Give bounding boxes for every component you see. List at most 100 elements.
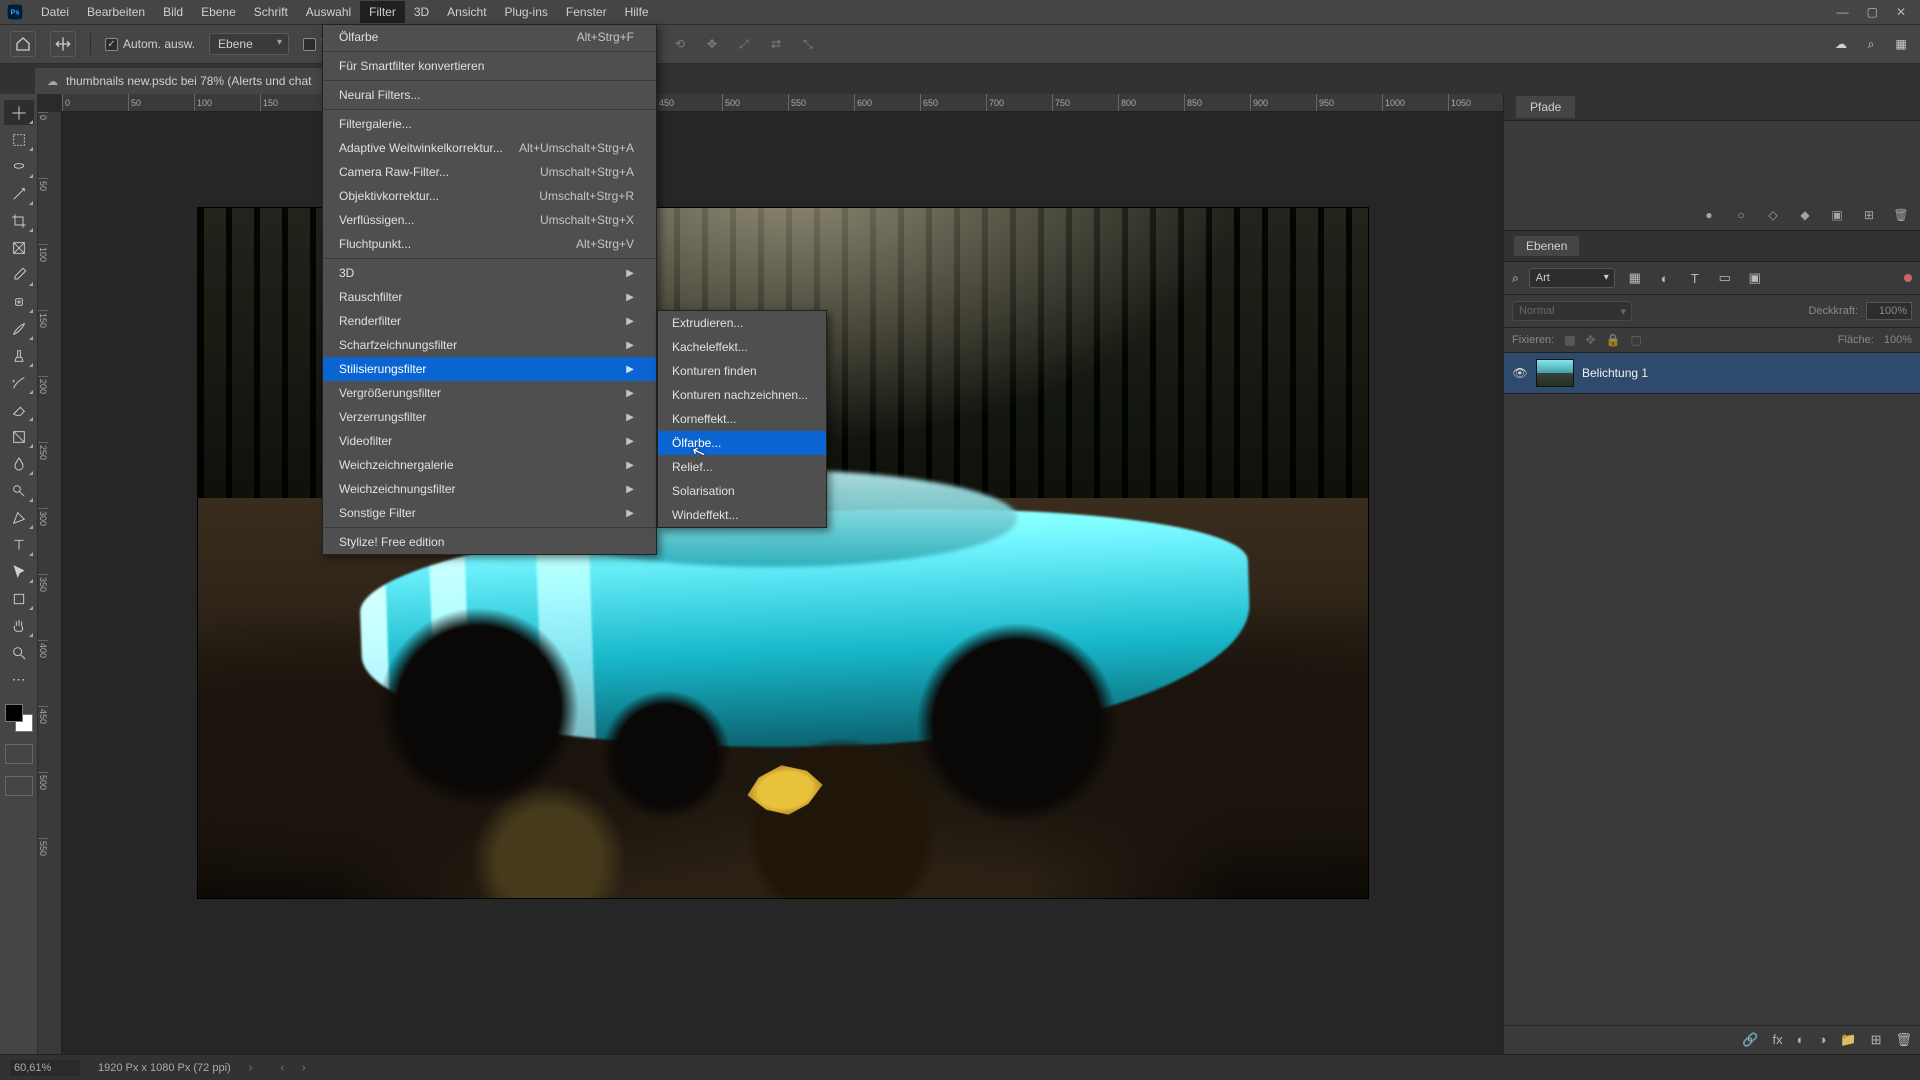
color-swatches[interactable] [5, 704, 33, 732]
menu-plugins[interactable]: Plug-ins [496, 1, 557, 23]
eraser-tool[interactable] [4, 397, 34, 422]
quickmask-icon[interactable] [5, 744, 33, 764]
path-stroke-icon[interactable]: ○ [1732, 206, 1750, 224]
lock-artboard-icon[interactable]: ▢ [1631, 333, 1642, 347]
auto-select-checkbox[interactable]: Autom. ausw. [105, 37, 195, 51]
group-icon[interactable]: 📁 [1840, 1032, 1856, 1048]
layer-visibility-icon[interactable]: 👁 [1512, 366, 1528, 380]
3d-scale-icon[interactable]: ⤡ [799, 35, 817, 53]
new-layer-icon[interactable]: ⊞ [1871, 1032, 1882, 1048]
menu-hilfe[interactable]: Hilfe [616, 1, 658, 23]
crop-tool[interactable] [4, 208, 34, 233]
menu-item[interactable]: Rauschfilter▶ [323, 285, 656, 309]
search-icon[interactable]: ⌕ [1862, 35, 1880, 53]
filter-type-icon[interactable]: T [1685, 269, 1705, 287]
menu-ebene[interactable]: Ebene [192, 1, 245, 23]
menu-item[interactable]: Fluchtpunkt...Alt+Strg+V [323, 232, 656, 256]
menu-item[interactable]: Vergrößerungsfilter▶ [323, 381, 656, 405]
layer-name[interactable]: Belichtung 1 [1582, 366, 1648, 380]
lock-position-icon[interactable]: ✥ [1586, 333, 1596, 347]
filter-pixel-icon[interactable]: ▦ [1625, 269, 1645, 287]
pen-tool[interactable] [4, 505, 34, 530]
3d-orbit-icon[interactable]: ⟲ [671, 35, 689, 53]
menu-item[interactable]: 3D▶ [323, 261, 656, 285]
menu-fenster[interactable]: Fenster [557, 1, 616, 23]
layer-fx-icon[interactable]: fx [1773, 1032, 1783, 1048]
move-tool[interactable] [4, 100, 34, 125]
submenu-item[interactable]: Extrudieren... [658, 311, 826, 335]
auto-select-target[interactable]: Ebene [209, 33, 289, 55]
link-layers-icon[interactable]: 🔗 [1742, 1032, 1758, 1048]
menu-item[interactable]: Verflüssigen...Umschalt+Strg+X [323, 208, 656, 232]
submenu-item[interactable]: Windeffekt... [658, 503, 826, 527]
gradient-tool[interactable] [4, 424, 34, 449]
menu-auswahl[interactable]: Auswahl [297, 1, 360, 23]
menu-item[interactable]: Scharfzeichnungsfilter▶ [323, 333, 656, 357]
blend-mode-select[interactable]: Normal [1512, 301, 1632, 321]
menu-item[interactable]: Camera Raw-Filter...Umschalt+Strg+A [323, 160, 656, 184]
close-icon[interactable]: ✕ [1896, 5, 1906, 19]
cloud-docs-icon[interactable]: ☁ [1832, 35, 1850, 53]
menu-item[interactable]: Objektivkorrektur...Umschalt+Strg+R [323, 184, 656, 208]
menu-ansicht[interactable]: Ansicht [438, 1, 495, 23]
filter-smart-icon[interactable]: ▣ [1745, 269, 1765, 287]
lock-pixels-icon[interactable]: ▩ [1564, 333, 1575, 347]
filter-adjust-icon[interactable]: ◐ [1655, 269, 1675, 287]
heal-tool[interactable] [4, 289, 34, 314]
blur-tool[interactable] [4, 451, 34, 476]
menu-item[interactable]: Videofilter▶ [323, 429, 656, 453]
eyedropper-tool[interactable] [4, 262, 34, 287]
type-tool[interactable] [4, 532, 34, 557]
path-selection-icon[interactable]: ◇ [1764, 206, 1782, 224]
ruler-horizontal[interactable]: 0501001502002503003504004505005506006507… [62, 94, 1503, 112]
lasso-tool[interactable] [4, 154, 34, 179]
filter-shape-icon[interactable]: ▭ [1715, 269, 1735, 287]
menu-item[interactable]: ÖlfarbeAlt+Strg+F [323, 25, 656, 49]
timeline-next-icon[interactable]: › [302, 1062, 306, 1074]
menu-item[interactable]: Adaptive Weitwinkelkorrektur...Alt+Umsch… [323, 136, 656, 160]
maximize-icon[interactable]: ▢ [1867, 5, 1878, 19]
menu-item[interactable]: Sonstige Filter▶ [323, 501, 656, 525]
minimize-icon[interactable]: — [1837, 5, 1849, 19]
shape-tool[interactable] [4, 586, 34, 611]
layer-thumb[interactable] [1536, 359, 1574, 387]
menu-item[interactable]: Stilisierungsfilter▶ [323, 357, 656, 381]
layer-filter-kind[interactable]: Art [1529, 268, 1615, 288]
home-icon[interactable] [10, 31, 36, 57]
panel-tab-pfade[interactable]: Pfade [1504, 94, 1920, 121]
menu-schrift[interactable]: Schrift [245, 1, 297, 23]
move-tool-indicator-icon[interactable] [50, 31, 76, 57]
menu-bild[interactable]: Bild [154, 1, 192, 23]
dodge-tool[interactable] [4, 478, 34, 503]
3d-slide-icon[interactable]: ⇄ [767, 35, 785, 53]
new-path-icon[interactable]: ⊞ [1860, 206, 1878, 224]
fill-input[interactable]: 100% [1884, 334, 1912, 346]
path-select-tool[interactable] [4, 559, 34, 584]
submenu-item[interactable]: Solarisation [658, 479, 826, 503]
brush-tool[interactable] [4, 316, 34, 341]
marquee-tool[interactable] [4, 127, 34, 152]
submenu-item[interactable]: Kacheleffekt... [658, 335, 826, 359]
path-fill-icon[interactable]: ● [1700, 206, 1718, 224]
menu-datei[interactable]: Datei [32, 1, 78, 23]
filter-toggle-icon[interactable] [1904, 274, 1912, 282]
menu-bearbeiten[interactable]: Bearbeiten [78, 1, 154, 23]
zoom-field[interactable]: 60,61% [10, 1060, 80, 1076]
3d-pan-icon[interactable]: ✥ [703, 35, 721, 53]
menu-item[interactable]: Neural Filters... [323, 83, 656, 107]
workspace-icon[interactable]: ▦ [1892, 35, 1910, 53]
submenu-item[interactable]: Ölfarbe... [658, 431, 826, 455]
submenu-item[interactable]: Konturen nachzeichnen... [658, 383, 826, 407]
menu-item[interactable]: Weichzeichnergalerie▶ [323, 453, 656, 477]
filter-search-icon[interactable]: ⌕ [1512, 271, 1519, 286]
opacity-input[interactable]: 100% [1866, 302, 1912, 320]
menu-item[interactable]: Für Smartfilter konvertieren [323, 54, 656, 78]
screenmode-icon[interactable] [5, 776, 33, 796]
submenu-item[interactable]: Korneffekt... [658, 407, 826, 431]
edit-toolbar-icon[interactable]: ⋯ [4, 667, 34, 692]
panel-tab-ebenen[interactable]: Ebenen [1504, 231, 1920, 262]
layer-row[interactable]: 👁 Belichtung 1 [1504, 353, 1920, 394]
frame-tool[interactable] [4, 235, 34, 260]
ruler-vertical[interactable]: 050100150200250300350400450500550 [38, 112, 62, 1054]
delete-layer-icon[interactable]: 🗑 [1895, 1032, 1912, 1048]
